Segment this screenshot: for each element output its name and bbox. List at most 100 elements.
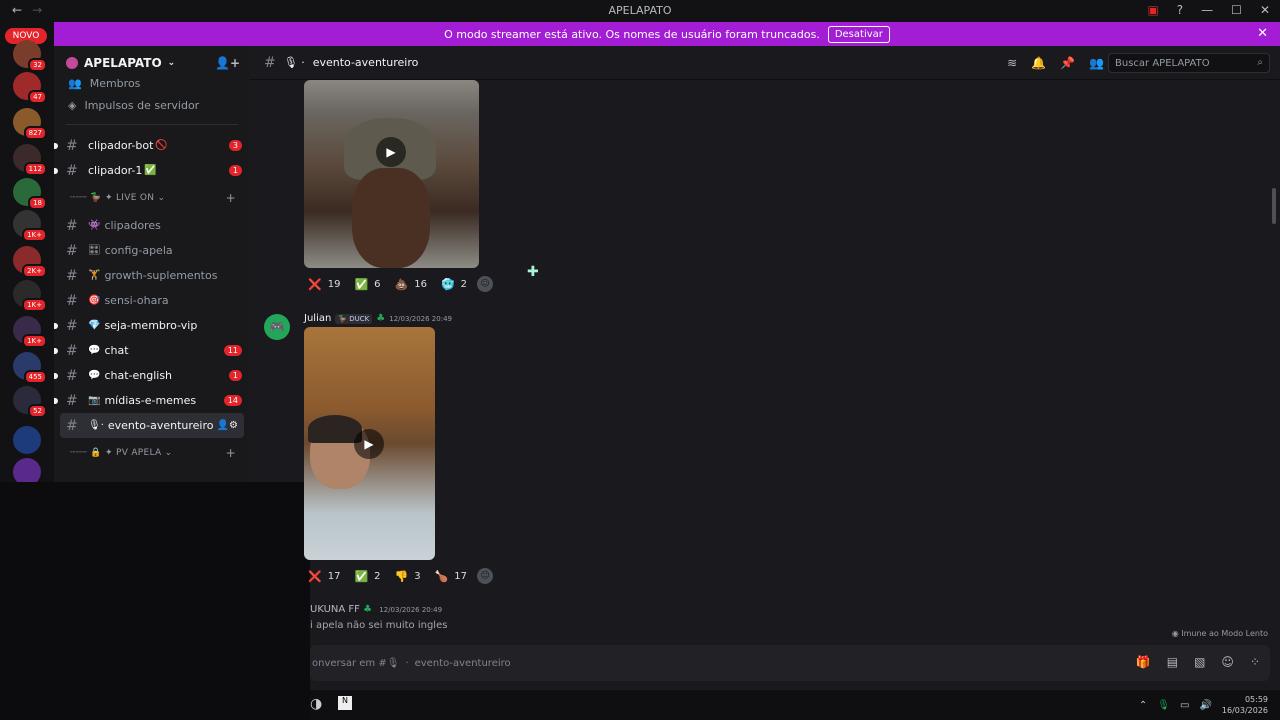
mention-badge: 1 bbox=[228, 370, 242, 381]
inbox-icon[interactable]: ▣ bbox=[1147, 3, 1158, 17]
reaction[interactable]: 👎 3 bbox=[391, 566, 425, 586]
search-input[interactable]: Buscar APELAPATO ⌕ bbox=[1108, 53, 1270, 73]
server-icon[interactable]: 112 bbox=[13, 144, 47, 176]
clock[interactable]: 05:59 16/03/2026 bbox=[1222, 694, 1268, 716]
channel-item[interactable]: # 💬 chat-english 1 bbox=[54, 363, 250, 388]
volume-icon[interactable]: 🔊 bbox=[1199, 700, 1211, 711]
server-icon[interactable]: 1K+ bbox=[13, 280, 47, 312]
close-button[interactable]: ✕ bbox=[1260, 3, 1270, 17]
reaction-emoji: ❌ bbox=[308, 569, 322, 583]
channel-emoji: 💬 bbox=[88, 345, 101, 356]
add-reaction-icon[interactable]: ☺ bbox=[477, 568, 494, 584]
scrollbar-thumb[interactable] bbox=[1272, 188, 1276, 224]
server-icon[interactable]: 827 bbox=[13, 108, 47, 140]
deactivate-button[interactable]: Desativar bbox=[827, 25, 890, 43]
server-badge: 1K+ bbox=[22, 334, 47, 348]
channel-header: # 🎙 · evento-aventureiro ≋ 🔔 📌 👥 Buscar … bbox=[250, 46, 1280, 80]
play-icon[interactable]: ▶ bbox=[354, 429, 384, 459]
author-name[interactable]: Julian bbox=[304, 313, 331, 324]
boosts-item[interactable]: ◈ Impulsos de servidor bbox=[54, 94, 250, 116]
unread-indicator bbox=[54, 142, 58, 149]
close-icon[interactable]: ✕ bbox=[1257, 26, 1268, 41]
add-user-icon[interactable]: 👤+ bbox=[215, 56, 240, 70]
channel-item[interactable]: # 🎛 config-apela bbox=[54, 238, 250, 263]
banner-text: O modo streamer está ativo. Os nomes de … bbox=[444, 27, 820, 41]
channel-item[interactable]: # 💬 chat 11 bbox=[54, 338, 250, 363]
hash-icon: # bbox=[264, 54, 276, 71]
composer-placeholder-prefix: onversar em # bbox=[312, 657, 387, 669]
server-icon[interactable]: 32 bbox=[13, 40, 47, 72]
reaction[interactable]: ❌ 17 bbox=[304, 566, 344, 586]
emoji-icon[interactable]: ☺ bbox=[1221, 655, 1234, 669]
message-header: Julian 🦆 DUCK ♣ 12/03/2026 20:49 bbox=[304, 313, 452, 324]
reaction-count: 17 bbox=[454, 570, 468, 582]
server-icon[interactable]: 18 bbox=[13, 178, 47, 210]
category-live-on[interactable]: ┈┈┈ 🦆 ✦ LIVE ON ⌄ + bbox=[54, 183, 250, 213]
chevron-down-icon: ⌄ bbox=[167, 58, 176, 68]
server-icon[interactable]: 2K+ bbox=[13, 246, 47, 278]
maximize-button[interactable]: ☐ bbox=[1231, 3, 1242, 17]
reaction[interactable]: 🍗 17 bbox=[431, 566, 471, 586]
reaction[interactable]: ✅ 6 bbox=[350, 274, 384, 294]
boosts-label: Impulsos de servidor bbox=[84, 98, 200, 112]
help-icon[interactable]: ? bbox=[1177, 3, 1183, 17]
app-icon[interactable]: ◑ bbox=[310, 696, 322, 712]
minimize-button[interactable]: — bbox=[1201, 3, 1213, 17]
category-pv-apela[interactable]: ┈┈┈ 🔒 ✦ PV APELA ⌄ + bbox=[54, 438, 250, 468]
server-icon[interactable]: 1K+ bbox=[13, 316, 47, 348]
video-attachment-1[interactable]: ▶ bbox=[304, 80, 479, 268]
channel-item[interactable]: # clipador-bot 🚫 3 bbox=[54, 133, 250, 158]
guild-tag[interactable]: 🦆 DUCK bbox=[335, 313, 373, 324]
message-composer[interactable]: onversar em # 🎙 · evento-aventureiro 🎁 ▤… bbox=[310, 645, 1270, 681]
hash-icon: # bbox=[66, 367, 78, 384]
bell-icon[interactable]: 🔔 bbox=[1031, 56, 1046, 70]
notion-icon[interactable]: N bbox=[338, 696, 352, 710]
threads-icon[interactable]: ≋ bbox=[1007, 56, 1017, 70]
play-icon[interactable]: ▶ bbox=[376, 137, 406, 167]
taskbar: ◑ N ⌃ 🎙 ▭ 🔊 05:59 16/03/2026 bbox=[310, 690, 1280, 720]
channel-label: seja-membro-vip bbox=[104, 319, 198, 332]
channel-item[interactable]: # 🏋 growth-suplementos bbox=[54, 263, 250, 288]
add-channel-icon[interactable]: + bbox=[226, 191, 236, 205]
mic-icon[interactable]: 🎙 bbox=[1157, 700, 1170, 711]
gif-icon[interactable]: ▤ bbox=[1167, 655, 1178, 669]
reaction[interactable]: ✅ 2 bbox=[350, 566, 384, 586]
server-icon[interactable]: 455 bbox=[13, 352, 47, 384]
reaction[interactable]: ❌ 19 bbox=[304, 274, 344, 294]
channel-label: chat-english bbox=[104, 369, 173, 382]
members-item[interactable]: 👥 Membros bbox=[54, 72, 250, 94]
channel-item[interactable]: # 🎯 sensi-ohara bbox=[54, 288, 250, 313]
channel-label: clipadores bbox=[104, 219, 161, 232]
add-reaction-icon[interactable]: ☺ bbox=[477, 276, 494, 292]
channel-item[interactable]: # clipador-1 ✅ 1 bbox=[54, 158, 250, 183]
chevron-up-icon[interactable]: ⌃ bbox=[1139, 700, 1147, 711]
channel-evento-aventureiro[interactable]: # 🎙· evento-aventureiro 👤⚙ bbox=[60, 413, 244, 438]
settings-icon[interactable]: 👤⚙ bbox=[217, 420, 238, 431]
video-attachment-2[interactable]: ▶ bbox=[304, 327, 435, 560]
channel-item[interactable]: # 📷 mídias-e-memes 14 bbox=[54, 388, 250, 413]
server-icon[interactable]: 52 bbox=[13, 386, 47, 418]
gift-icon[interactable]: 🎁 bbox=[1136, 655, 1151, 669]
reaction-count: 17 bbox=[327, 570, 341, 582]
server-icon[interactable]: 1K+ bbox=[13, 210, 47, 242]
members-label: Membros bbox=[89, 76, 141, 90]
members-icon[interactable]: 👥 bbox=[1089, 56, 1104, 70]
apps-icon[interactable]: ⁘ bbox=[1250, 655, 1260, 669]
channel-item[interactable]: # 💎 seja-membro-vip bbox=[54, 313, 250, 338]
reaction[interactable]: 💩 16 bbox=[391, 274, 431, 294]
server-icon[interactable] bbox=[13, 426, 41, 454]
server-icon[interactable]: 47 bbox=[13, 72, 47, 104]
server-badge: 827 bbox=[23, 126, 47, 140]
reaction[interactable]: 🥶 2 bbox=[437, 274, 471, 294]
reaction-count: 6 bbox=[374, 278, 381, 290]
network-icon[interactable]: ▭ bbox=[1180, 700, 1189, 711]
pin-icon[interactable]: 📌 bbox=[1060, 56, 1075, 70]
server-badge: 52 bbox=[28, 404, 47, 418]
channel-item[interactable]: # 👾 clipadores bbox=[54, 213, 250, 238]
avatar[interactable]: 🎮 bbox=[264, 314, 290, 340]
sticker-icon[interactable]: ▧ bbox=[1194, 655, 1205, 669]
author-name[interactable]: UKUNA FF bbox=[310, 604, 360, 615]
add-channel-icon[interactable]: + bbox=[226, 446, 236, 460]
role-icon: ♣ bbox=[376, 313, 386, 324]
boost-icon: ◈ bbox=[68, 98, 77, 112]
